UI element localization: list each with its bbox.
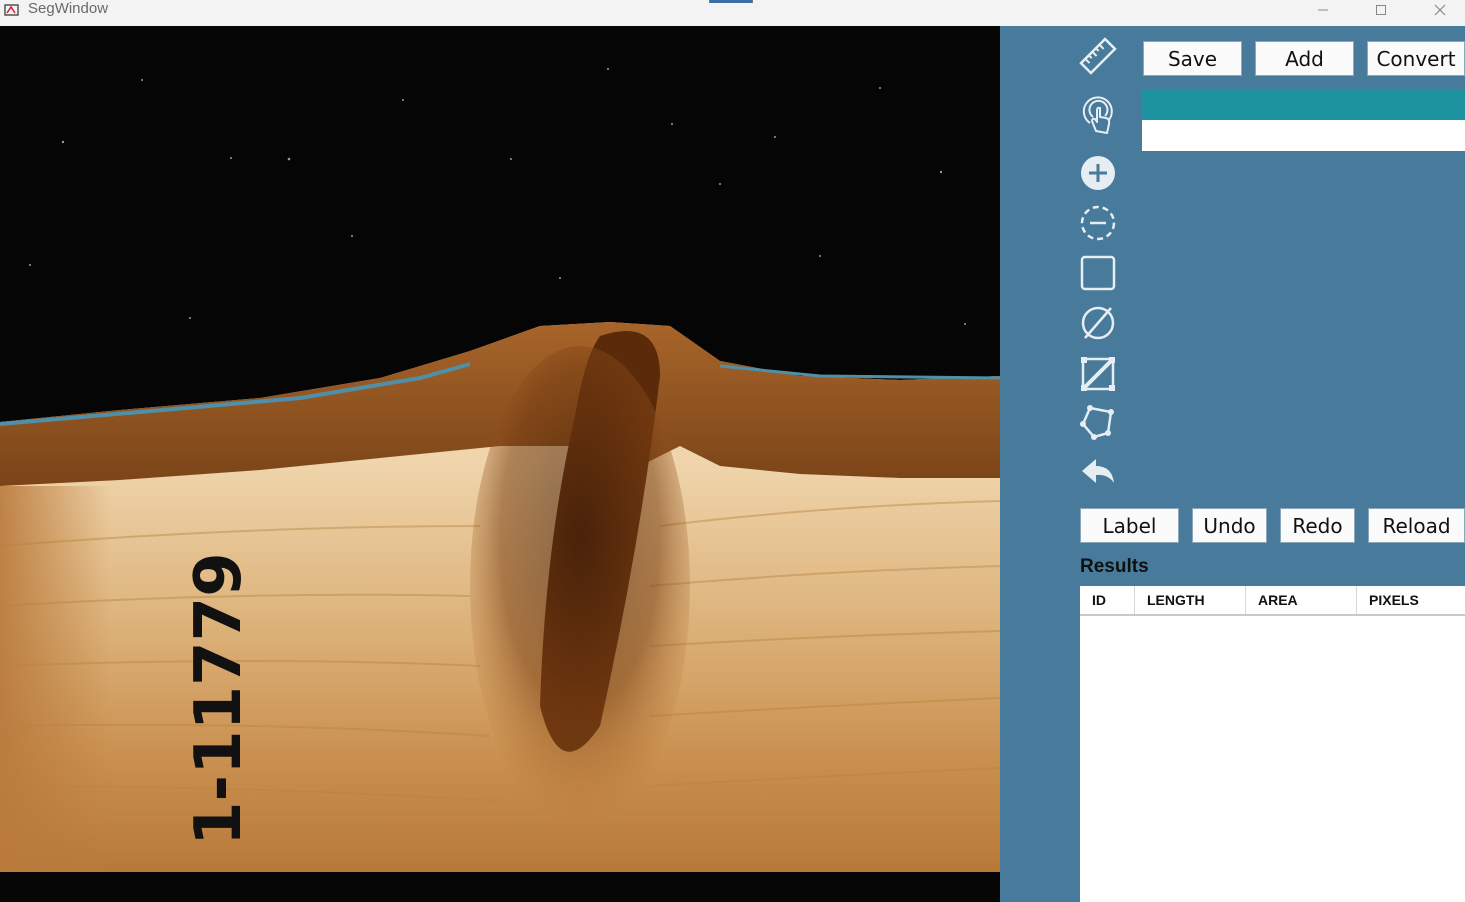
reload-button[interactable]: Reload — [1368, 508, 1465, 543]
add-region-tool[interactable] — [1078, 153, 1118, 193]
results-table-header: ID LENGTH AREA PIXELS — [1080, 586, 1465, 616]
rectangle-tool[interactable] — [1078, 253, 1118, 293]
sample-label-text: 1-11779 — [182, 552, 256, 846]
image-viewer[interactable]: 1-11779 — [0, 26, 1000, 902]
polygon-tool[interactable] — [1078, 402, 1118, 442]
maximize-button[interactable] — [1361, 0, 1401, 20]
column-header-length[interactable]: LENGTH — [1135, 586, 1246, 614]
close-button[interactable] — [1420, 0, 1460, 20]
diagonal-box-tool[interactable] — [1078, 354, 1118, 394]
column-header-id[interactable]: ID — [1080, 586, 1135, 614]
title-drag-indicator — [709, 0, 753, 3]
undo-tool[interactable] — [1078, 453, 1118, 493]
results-heading: Results — [1080, 556, 1149, 577]
undo-arrow-icon — [1082, 459, 1114, 483]
remove-circle-dashed-icon — [1080, 205, 1116, 241]
polygon-icon — [1080, 405, 1114, 440]
add-circle-icon — [1081, 156, 1115, 190]
maximize-icon — [1376, 5, 1386, 15]
empty-set-icon — [1081, 306, 1115, 340]
touch-icon — [1082, 96, 1113, 134]
close-icon — [1434, 4, 1446, 16]
minimize-button[interactable] — [1303, 0, 1343, 20]
ruler-tool[interactable] — [1078, 36, 1118, 76]
redo-button[interactable]: Redo — [1280, 508, 1355, 543]
convert-button[interactable]: Convert — [1367, 41, 1465, 76]
label-list-item-selected[interactable] — [1142, 89, 1465, 120]
remove-region-tool[interactable] — [1078, 203, 1118, 243]
rectangle-icon — [1080, 255, 1116, 291]
diagonal-box-icon — [1081, 357, 1115, 391]
title-bar: SegWindow — [0, 0, 1465, 26]
label-button[interactable]: Label — [1080, 508, 1179, 543]
column-header-area[interactable]: AREA — [1246, 586, 1357, 614]
clear-tool[interactable] — [1078, 303, 1118, 343]
touch-tool[interactable] — [1078, 95, 1118, 135]
ruler-icon — [1079, 37, 1117, 75]
results-table[interactable]: ID LENGTH AREA PIXELS — [1080, 586, 1465, 902]
undo-button[interactable]: Undo — [1192, 508, 1267, 543]
label-list-item[interactable] — [1142, 120, 1465, 151]
add-button[interactable]: Add — [1255, 41, 1354, 76]
wood-sample-image: 1-11779 — [0, 26, 1000, 902]
minimize-icon — [1318, 9, 1328, 11]
column-header-pixels[interactable]: PIXELS — [1357, 586, 1465, 614]
app-icon — [4, 4, 19, 16]
window-title: SegWindow — [28, 0, 109, 17]
save-button[interactable]: Save — [1143, 41, 1242, 76]
